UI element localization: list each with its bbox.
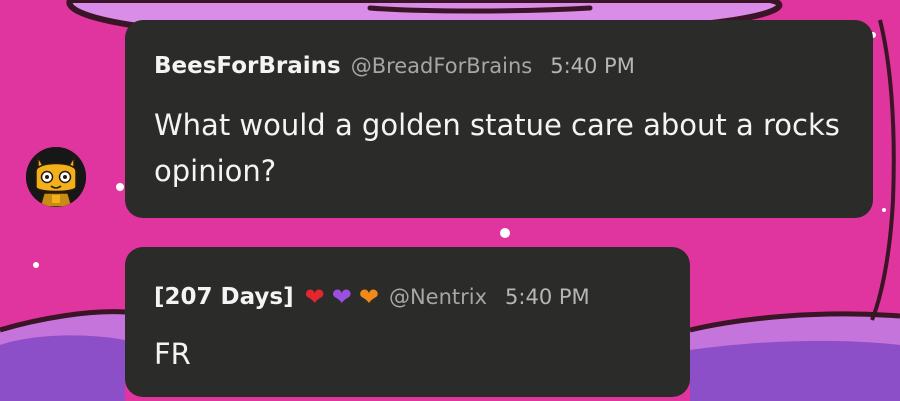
orange-heart-icon: ❤ — [358, 283, 379, 311]
message-header: BeesForBrains @BreadForBrains 5:40 PM — [154, 53, 635, 79]
message-timestamp: 5:40 PM — [550, 54, 635, 78]
red-heart-icon: ❤ — [304, 283, 325, 311]
author-handle[interactable]: @Nentrix — [389, 285, 487, 309]
message-bubble[interactable]: BeesForBrains @BreadForBrains 5:40 PM Wh… — [125, 20, 873, 218]
message-header: [207 Days] ❤ ❤ ❤ @Nentrix 5:40 PM — [154, 284, 590, 310]
message-text: FR — [154, 337, 191, 371]
author-name[interactable]: BeesForBrains — [154, 53, 341, 79]
message-text: What would a golden statue care about a … — [154, 108, 840, 188]
message-timestamp: 5:40 PM — [505, 285, 590, 309]
author-name[interactable]: [207 Days] — [154, 284, 294, 310]
cat-avatar-icon[interactable] — [26, 147, 86, 207]
message-bubble[interactable]: [207 Days] ❤ ❤ ❤ @Nentrix 5:40 PM FR — [125, 247, 690, 397]
author-handle[interactable]: @BreadForBrains — [351, 54, 533, 78]
heart-badges: ❤ ❤ ❤ — [305, 285, 379, 309]
purple-heart-icon: ❤ — [331, 283, 352, 311]
